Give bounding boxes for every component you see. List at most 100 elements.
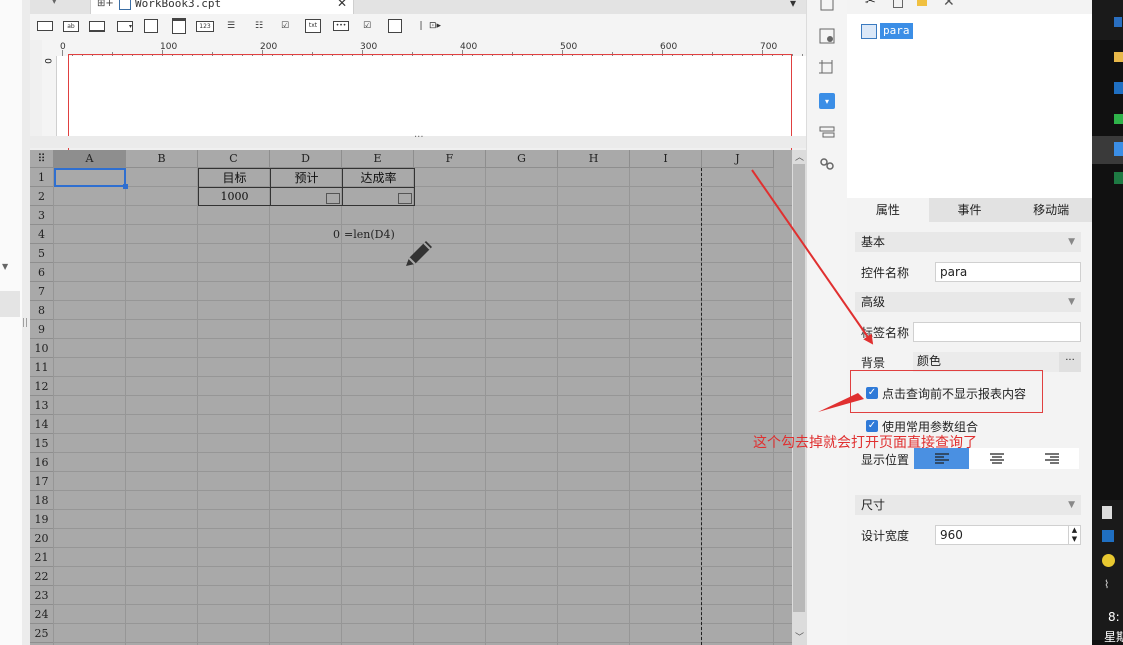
crop-frame-icon[interactable] — [819, 60, 835, 76]
wechat-icon[interactable] — [1092, 106, 1123, 134]
tab-workbook[interactable]: ⊞+ WorkBook3.cpt ✕ — [90, 0, 354, 14]
row-header[interactable]: 12 — [30, 377, 54, 396]
select-all-corner[interactable]: ⠿ — [30, 150, 54, 168]
cell-e2[interactable] — [342, 187, 415, 206]
link-icon[interactable] — [819, 156, 835, 172]
column-header-f[interactable]: F — [414, 150, 486, 168]
parameter-pane-resizer[interactable]: ··· — [30, 132, 806, 148]
cell-d4[interactable]: 0 — [270, 225, 340, 244]
checkbox-widget-icon[interactable]: ☑ — [276, 18, 294, 34]
label-widget-icon[interactable] — [36, 18, 54, 34]
tray-icon[interactable] — [1102, 506, 1112, 519]
row-header[interactable]: 17 — [30, 472, 54, 491]
tray-app-icon[interactable] — [1102, 554, 1115, 567]
scroll-up-icon[interactable]: ︿ — [795, 150, 804, 163]
row-header[interactable]: 16 — [30, 453, 54, 472]
row-header[interactable]: 18 — [30, 491, 54, 510]
section-advanced[interactable]: 高级 ▼ — [855, 292, 1081, 312]
row-header[interactable]: 9 — [30, 320, 54, 339]
design-width-input[interactable]: 960 — [935, 525, 1069, 545]
row-header[interactable]: 5 — [30, 244, 54, 263]
background-more-button[interactable]: ··· — [1059, 352, 1081, 372]
row-header[interactable]: 7 — [30, 282, 54, 301]
design-width-spinner[interactable]: ▲ ▼ — [1068, 525, 1081, 545]
row-header[interactable]: 25 — [30, 624, 54, 643]
scrollbar-thumb[interactable] — [793, 164, 805, 612]
column-header-a[interactable]: A — [54, 150, 126, 168]
row-header[interactable]: 13 — [30, 396, 54, 415]
collapse-arrow-icon[interactable]: ▼ — [2, 262, 8, 271]
clock-time[interactable]: 8: — [1108, 610, 1120, 624]
folder-icon[interactable] — [1092, 44, 1123, 72]
left-splitter[interactable]: || — [22, 0, 30, 645]
checkbox-common-params[interactable]: ✓ — [866, 420, 878, 432]
textarea-widget-icon[interactable] — [88, 18, 106, 34]
section-size[interactable]: 尺寸 ▼ — [855, 495, 1081, 515]
clock-day[interactable]: 星期 — [1104, 628, 1123, 645]
radio-group-icon[interactable]: ☷ — [250, 18, 268, 34]
button-widget-icon[interactable]: ⊡▸ — [426, 18, 444, 34]
combobox-widget-icon[interactable]: ▾ — [116, 18, 134, 34]
tab-scroll-icon[interactable]: ▾ — [52, 0, 57, 7]
tab-events[interactable]: 事件 — [928, 198, 1011, 222]
wifi-icon[interactable]: ⌇ — [1104, 578, 1109, 591]
widget-tree-item-para[interactable]: para — [880, 23, 913, 39]
row-header[interactable]: 22 — [30, 567, 54, 586]
text-widget-icon[interactable]: ab — [62, 18, 80, 34]
form-icon[interactable] — [819, 124, 835, 140]
cell-e1[interactable]: 达成率 — [342, 168, 415, 188]
checkbox-group-icon[interactable]: ☰ — [222, 18, 240, 34]
column-header-j[interactable]: J — [702, 150, 774, 168]
tree-widget-icon[interactable] — [386, 18, 404, 34]
close-tab-icon[interactable]: ✕ — [337, 0, 347, 10]
tab-menu-icon[interactable]: ▾ — [790, 0, 796, 10]
row-header[interactable]: 24 — [30, 605, 54, 624]
widget-name-input[interactable]: para — [935, 262, 1081, 282]
parameter-panel-icon[interactable]: ▾ — [819, 93, 835, 109]
tab-mobile[interactable]: 移动端 — [1010, 198, 1093, 222]
left-panel-selected-item[interactable] — [0, 291, 20, 317]
row-header[interactable]: 2 — [30, 187, 54, 206]
row-header[interactable]: 4 — [30, 225, 54, 244]
active-app-icon[interactable] — [1092, 136, 1123, 164]
column-header-g[interactable]: G — [486, 150, 558, 168]
row-header[interactable]: 14 — [30, 415, 54, 434]
widget-settings-icon[interactable] — [819, 28, 835, 44]
selected-cell-a1[interactable] — [54, 168, 128, 189]
fill-handle[interactable] — [123, 184, 128, 189]
column-header-h[interactable]: H — [558, 150, 630, 168]
password-widget-icon[interactable]: ••• — [332, 18, 350, 34]
parameter-pane[interactable] — [57, 56, 806, 136]
row-header[interactable]: 6 — [30, 263, 54, 282]
cell-d2[interactable] — [270, 187, 343, 206]
textfield-widget-icon[interactable]: txt — [304, 18, 322, 34]
row-header[interactable]: 8 — [30, 301, 54, 320]
calendar-widget-icon[interactable] — [170, 18, 188, 34]
column-header-d[interactable]: D — [270, 150, 342, 168]
layout-icon[interactable] — [819, 0, 835, 12]
tag-name-input[interactable] — [913, 322, 1081, 342]
outlook-icon[interactable] — [1092, 76, 1123, 102]
spreadsheet-grid[interactable]: ⠿ A B C D E F G H I J 1 2 3 4 5 6 7 8 9 10 11 12 13 1… — [30, 150, 792, 645]
cell-c1[interactable]: 目标 — [198, 168, 271, 188]
toggle-widget-icon[interactable]: ☑ — [358, 18, 376, 34]
row-header[interactable]: 15 — [30, 434, 54, 453]
excel-icon[interactable] — [1092, 168, 1123, 192]
tray-outlook-icon[interactable] — [1102, 530, 1114, 542]
row-header[interactable]: 19 — [30, 510, 54, 529]
vertical-scrollbar[interactable]: ︿ ﹀ — [792, 150, 806, 645]
column-header-e[interactable]: E — [342, 150, 414, 168]
paste-icon[interactable] — [917, 0, 927, 6]
cut-icon[interactable]: ✂ — [865, 0, 876, 9]
delete-icon[interactable]: ✕ — [943, 0, 955, 10]
row-header[interactable]: 23 — [30, 586, 54, 605]
cell-d1[interactable]: 预计 — [270, 168, 343, 188]
row-header[interactable]: 21 — [30, 548, 54, 567]
column-header-i[interactable]: I — [630, 150, 702, 168]
row-header[interactable]: 3 — [30, 206, 54, 225]
number-widget-icon[interactable]: 123 — [196, 18, 214, 34]
row-header[interactable]: 1 — [30, 168, 54, 187]
tab-properties[interactable]: 属性 — [847, 198, 929, 222]
date-widget-icon[interactable] — [142, 18, 160, 34]
section-basic[interactable]: 基本 ▼ — [855, 232, 1081, 252]
